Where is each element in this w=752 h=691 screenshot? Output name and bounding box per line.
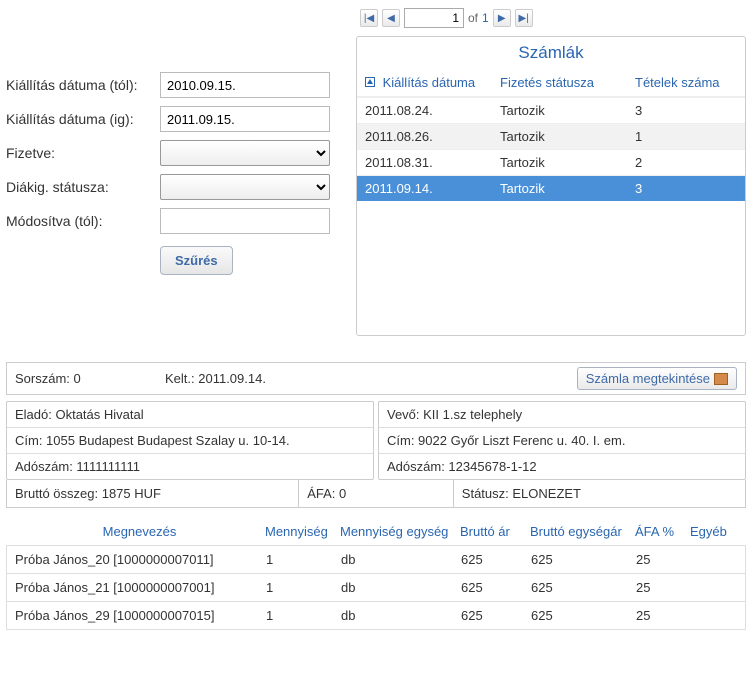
- pager-total: 1: [482, 11, 489, 25]
- col-header-gross[interactable]: Bruttó ár: [460, 524, 530, 539]
- cell-name: Próba János_20 [1000000007011]: [11, 552, 266, 567]
- page-number-input[interactable]: [404, 8, 464, 28]
- cell-vat: 25: [636, 580, 691, 595]
- cell-gross: 625: [461, 552, 531, 567]
- invoices-panel: Számlák Kiállítás dátuma Fizetés státusz…: [356, 36, 746, 336]
- cell-other: [691, 552, 741, 567]
- items-header: Megnevezés Mennyiség Mennyiség egység Br…: [6, 518, 746, 545]
- invoice-row[interactable]: 2011.08.24.Tartozik3: [357, 97, 745, 123]
- col-header-unit-price[interactable]: Bruttó egységár: [530, 524, 635, 539]
- invoice-row[interactable]: 2011.09.14.Tartozik3: [357, 175, 745, 201]
- cell-gross: 625: [461, 608, 531, 623]
- cell-other: [691, 580, 741, 595]
- buyer-name: Vevő: KII 1.sz telephely: [379, 402, 745, 427]
- last-page-icon[interactable]: ▶|: [515, 9, 533, 27]
- cell-date: 2011.08.31.: [365, 155, 500, 170]
- cell-qty: 1: [266, 552, 341, 567]
- cell-unit: db: [341, 580, 461, 595]
- seller-address: Cím: 1055 Budapest Budapest Szalay u. 10…: [7, 427, 373, 453]
- cell-pay-status: Tartozik: [500, 155, 635, 170]
- col-header-item-count[interactable]: Tételek száma: [635, 75, 737, 90]
- date-from-input[interactable]: [160, 72, 330, 98]
- sum-vat: ÁFA: 0: [298, 480, 453, 507]
- buyer-box: Vevő: KII 1.sz telephely Cím: 9022 Győr …: [378, 401, 746, 480]
- label-paid: Fizetve:: [6, 145, 160, 161]
- cell-qty: 1: [266, 608, 341, 623]
- cell-unit-price: 625: [531, 608, 636, 623]
- summary-bar: Bruttó összeg: 1875 HUF ÁFA: 0 Státusz: …: [6, 480, 746, 508]
- col-header-name[interactable]: Megnevezés: [10, 524, 265, 539]
- sum-gross: Bruttó összeg: 1875 HUF: [7, 480, 298, 507]
- col-header-date[interactable]: Kiállítás dátuma: [365, 75, 500, 90]
- prev-page-icon[interactable]: ◀: [382, 9, 400, 27]
- cell-gross: 625: [461, 580, 531, 595]
- cell-date: 2011.08.24.: [365, 103, 500, 118]
- cell-item-count: 3: [635, 181, 737, 196]
- invoice-details: Sorszám: 0 Kelt.: 2011.09.14. Számla meg…: [0, 356, 752, 636]
- col-header-pay-status[interactable]: Fizetés státusza: [500, 75, 635, 90]
- buyer-address: Cím: 9022 Győr Liszt Ferenc u. 40. I. em…: [379, 427, 745, 453]
- cell-date: 2011.09.14.: [365, 181, 500, 196]
- cell-other: [691, 608, 741, 623]
- invoice-row[interactable]: 2011.08.26.Tartozik1: [357, 123, 745, 149]
- student-status-select[interactable]: [160, 174, 330, 200]
- cell-pay-status: Tartozik: [500, 129, 635, 144]
- cell-pay-status: Tartozik: [500, 181, 635, 196]
- seller-name: Eladó: Oktatás Hivatal: [7, 402, 373, 427]
- date-to-input[interactable]: [160, 106, 330, 132]
- detail-top-bar: Sorszám: 0 Kelt.: 2011.09.14. Számla meg…: [6, 362, 746, 395]
- col-header-unit[interactable]: Mennyiség egység: [340, 524, 460, 539]
- cell-unit-price: 625: [531, 552, 636, 567]
- label-date-to: Kiállítás dátuma (ig):: [6, 111, 160, 127]
- date-label: Kelt.: 2011.09.14.: [165, 371, 577, 386]
- col-header-qty[interactable]: Mennyiség: [265, 524, 340, 539]
- cell-unit: db: [341, 608, 461, 623]
- cell-unit: db: [341, 552, 461, 567]
- cell-vat: 25: [636, 608, 691, 623]
- label-date-from: Kiállítás dátuma (tól):: [6, 77, 160, 93]
- sort-asc-icon: [365, 77, 375, 87]
- paid-select[interactable]: [160, 140, 330, 166]
- cell-name: Próba János_29 [1000000007015]: [11, 608, 266, 623]
- invoice-row[interactable]: 2011.08.31.Tartozik2: [357, 149, 745, 175]
- filter-button[interactable]: Szűrés: [160, 246, 233, 275]
- next-page-icon[interactable]: ▶: [493, 9, 511, 27]
- invoices-title: Számlák: [357, 37, 745, 69]
- cell-item-count: 3: [635, 103, 737, 118]
- sum-status: Státusz: ELONEZET: [453, 480, 745, 507]
- buyer-tax: Adószám: 12345678-1-12: [379, 453, 745, 479]
- seller-tax: Adószám: 1111111111: [7, 453, 373, 479]
- cell-qty: 1: [266, 580, 341, 595]
- cell-item-count: 2: [635, 155, 737, 170]
- invoices-header: Kiállítás dátuma Fizetés státusza Tétele…: [357, 69, 745, 96]
- col-header-vat[interactable]: ÁFA %: [635, 524, 690, 539]
- seller-box: Eladó: Oktatás Hivatal Cím: 1055 Budapes…: [6, 401, 374, 480]
- cell-date: 2011.08.26.: [365, 129, 500, 144]
- filter-form: Kiállítás dátuma (tól): Kiállítás dátuma…: [6, 4, 356, 275]
- item-row[interactable]: Próba János_29 [1000000007015]1db6256252…: [6, 602, 746, 630]
- first-page-icon[interactable]: |◀: [360, 9, 378, 27]
- item-row[interactable]: Próba János_20 [1000000007011]1db6256252…: [6, 545, 746, 574]
- cell-name: Próba János_21 [1000000007001]: [11, 580, 266, 595]
- cell-pay-status: Tartozik: [500, 103, 635, 118]
- cell-vat: 25: [636, 552, 691, 567]
- label-student-status: Diákig. státusza:: [6, 179, 160, 195]
- modified-from-input[interactable]: [160, 208, 330, 234]
- document-icon: [714, 373, 728, 385]
- pager: |◀ ◀ of 1 ▶ ▶|: [356, 4, 746, 36]
- view-invoice-button[interactable]: Számla megtekintése: [577, 367, 737, 390]
- label-modified-from: Módosítva (tól):: [6, 213, 160, 229]
- col-header-other[interactable]: Egyéb: [690, 524, 742, 539]
- serial-label: Sorszám: 0: [15, 371, 165, 386]
- pager-of-text: of: [468, 11, 478, 25]
- cell-item-count: 1: [635, 129, 737, 144]
- cell-unit-price: 625: [531, 580, 636, 595]
- item-row[interactable]: Próba János_21 [1000000007001]1db6256252…: [6, 574, 746, 602]
